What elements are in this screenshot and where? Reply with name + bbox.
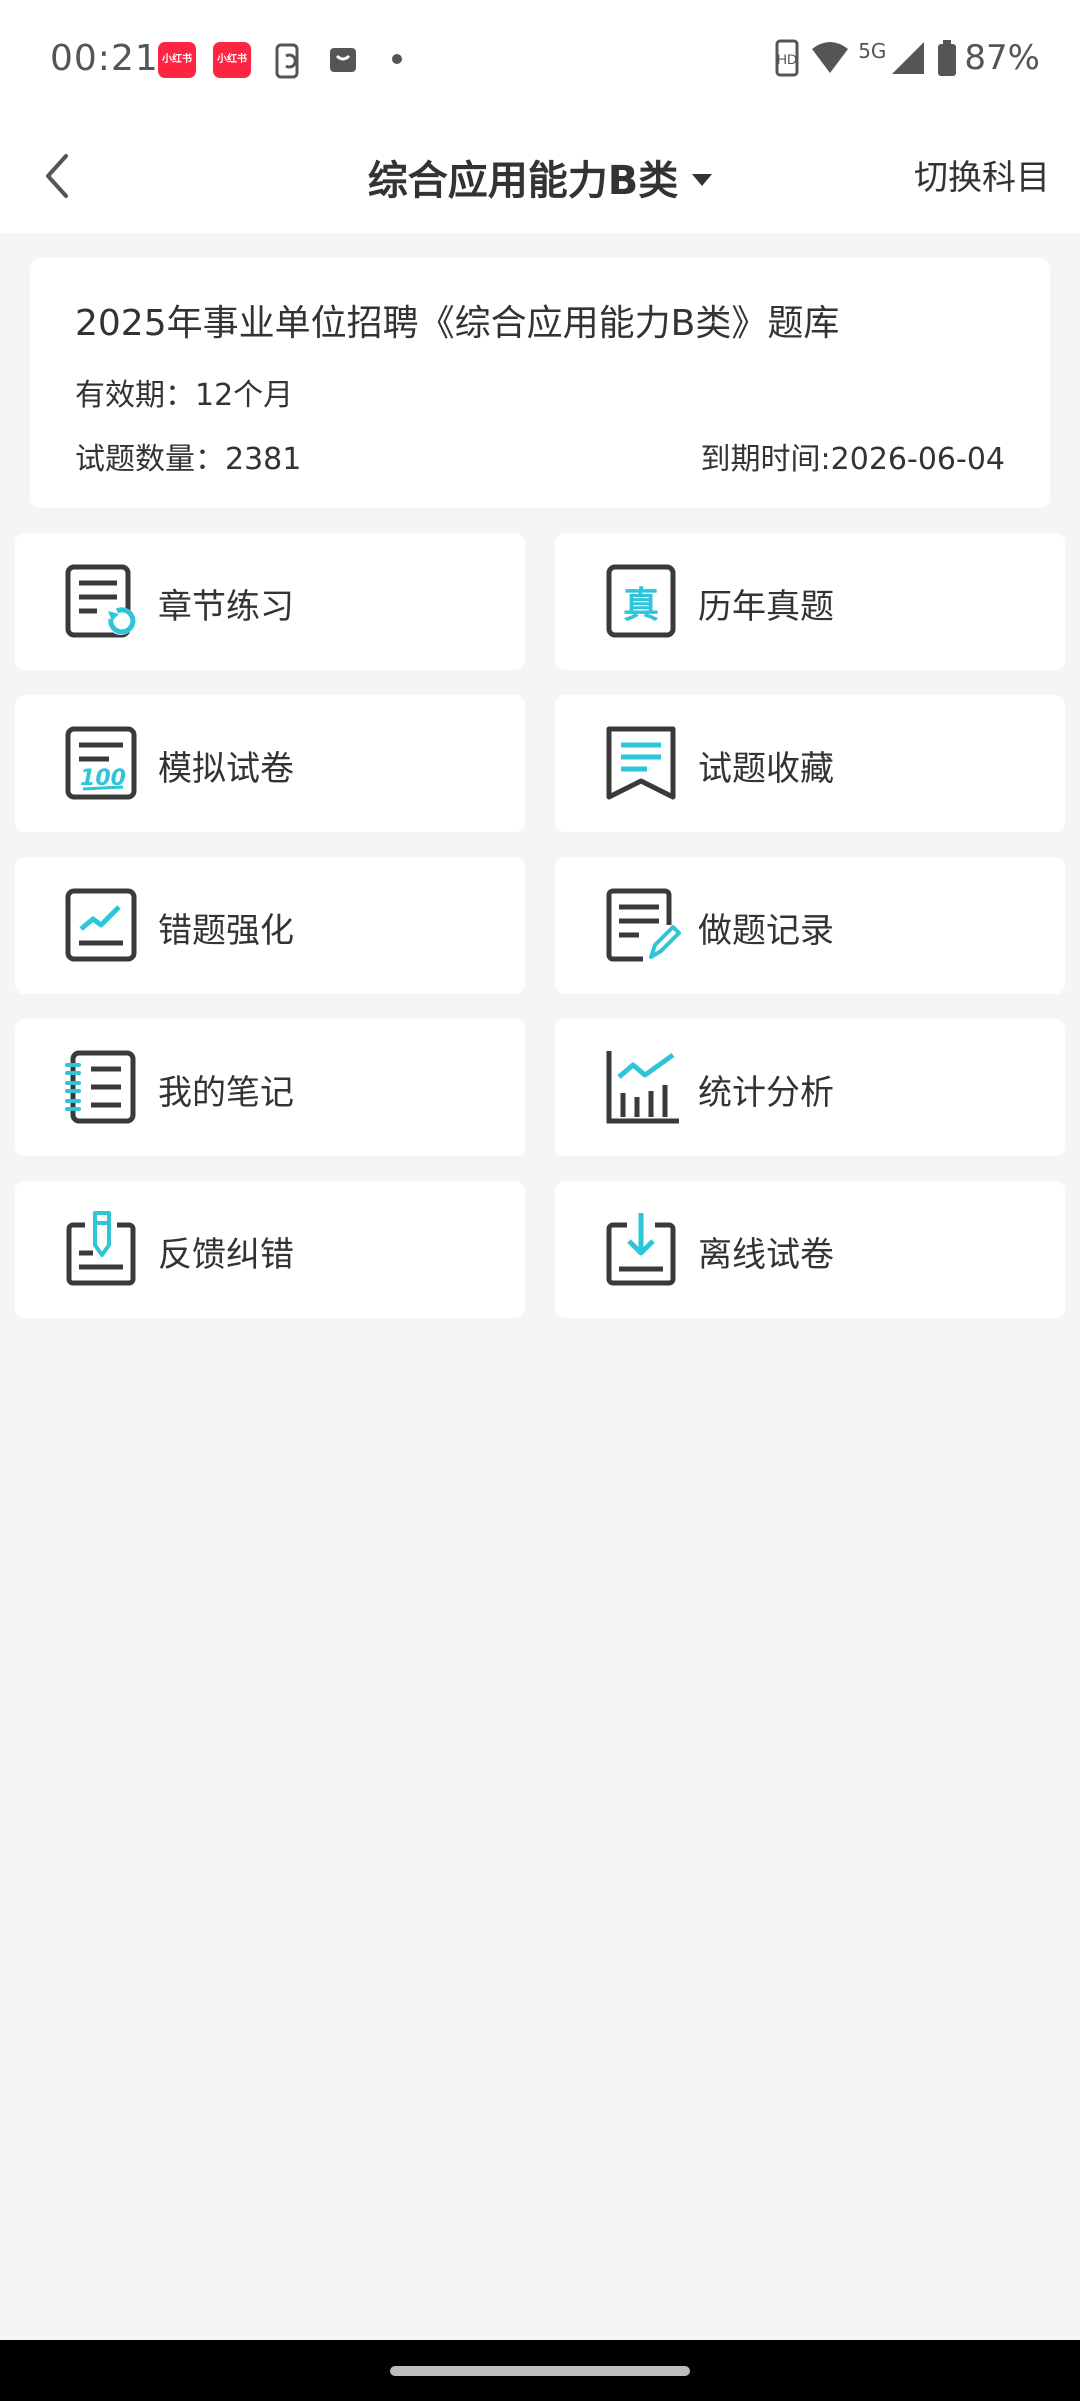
svg-text:HD: HD [777, 51, 797, 67]
xiaohongshu-notification-icon-2: 小红书 [213, 42, 251, 78]
statistics-icon [606, 1051, 679, 1124]
menu-wrong-questions[interactable]: 错题强化 [15, 857, 525, 994]
menu-favorites[interactable]: 试题收藏 [555, 695, 1065, 832]
gesture-nav-bar [0, 2340, 1080, 2401]
chapter-practice-icon [65, 564, 136, 638]
past-exams-icon: 真 [606, 564, 676, 638]
offline-download-icon [606, 1213, 676, 1286]
menu-label: 我的笔记 [158, 1073, 294, 1113]
menu-label: 做题记录 [698, 911, 834, 951]
battery-icon [938, 40, 957, 76]
status-time: 00:21 [50, 38, 159, 79]
menu-offline-download[interactable]: 离线试卷 [555, 1181, 1065, 1318]
menu-label: 试题收藏 [698, 749, 834, 789]
question-count: 试题数量：2381 [75, 442, 302, 477]
menu-chapter-practice[interactable]: 章节练习 [15, 533, 525, 670]
my-notes-icon [65, 1050, 136, 1124]
status-bar: 00:21 小红书 小红书 HD 5G 87% [0, 0, 1080, 120]
switch-subject-button[interactable]: 切换科目 [914, 150, 1050, 199]
validity-period: 有效期：12个月 [75, 378, 294, 413]
menu-my-notes[interactable]: 我的笔记 [15, 1019, 525, 1156]
menu-label: 反馈纠错 [158, 1235, 294, 1275]
menu-label: 统计分析 [698, 1073, 834, 1113]
menu-mock-exam[interactable]: 100 模拟试卷 [15, 695, 525, 832]
more-dot-icon [392, 54, 402, 64]
menu-label: 章节练习 [158, 587, 294, 627]
network-type: 5G [858, 39, 887, 63]
mock-exam-icon: 100 [65, 726, 137, 800]
bag-icon [330, 48, 356, 72]
home-gesture-handle[interactable] [390, 2366, 690, 2376]
menu-practice-record[interactable]: 做题记录 [555, 857, 1065, 994]
battery-percent: 87% [964, 38, 1040, 78]
page-title: 综合应用能力B类 [367, 158, 679, 204]
menu-label: 历年真题 [698, 587, 834, 627]
hd-signal-icon: HD [775, 39, 799, 77]
menu-label: 离线试卷 [698, 1235, 834, 1275]
cell-signal-icon [892, 42, 925, 74]
caret-down-icon [692, 174, 713, 186]
nav-bar: 综合应用能力B类 切换科目 [0, 120, 1080, 233]
question-bank-title: 2025年事业单位招聘《综合应用能力B类》题库 [75, 303, 840, 344]
status-indicators: HD 5G 87% [774, 38, 1040, 78]
xiaohongshu-notification-icon: 小红书 [158, 42, 196, 78]
expiry-date: 到期时间:2026-06-04 [700, 442, 1005, 477]
menu-label: 模拟试卷 [158, 749, 294, 789]
menu-label: 错题强化 [158, 911, 294, 951]
question-bank-info-card: 2025年事业单位招聘《综合应用能力B类》题库 有效期：12个月 试题数量：23… [30, 258, 1050, 508]
wifi-icon [812, 42, 849, 73]
svg-text:真: 真 [623, 585, 659, 626]
phone-sync-icon [275, 43, 299, 79]
menu-past-exams[interactable]: 真 历年真题 [555, 533, 1065, 670]
menu-statistics[interactable]: 统计分析 [555, 1019, 1065, 1156]
favorites-icon [606, 726, 676, 800]
feedback-icon [66, 1211, 136, 1286]
wrong-questions-icon [65, 888, 137, 962]
menu-feedback[interactable]: 反馈纠错 [15, 1181, 525, 1318]
practice-record-icon [606, 888, 681, 962]
